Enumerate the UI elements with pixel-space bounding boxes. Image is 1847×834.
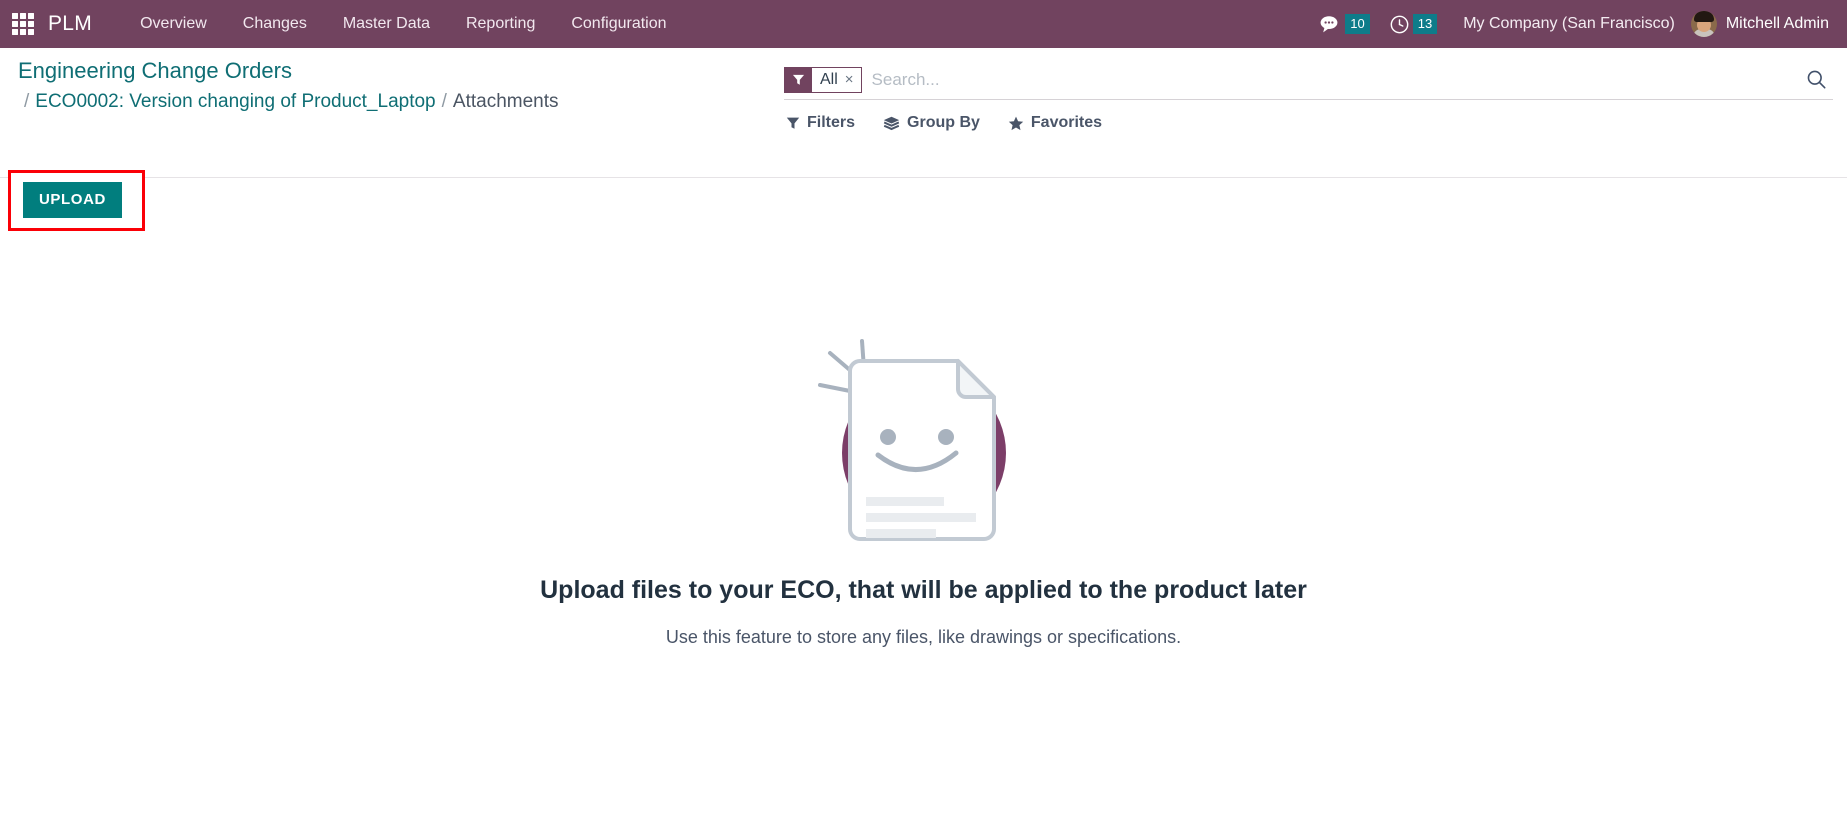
- search-facet-content: All ×: [812, 68, 861, 92]
- menu-item-configuration[interactable]: Configuration: [553, 0, 684, 48]
- menu-item-changes[interactable]: Changes: [225, 0, 325, 48]
- empty-state-title: Upload files to your ECO, that will be a…: [540, 576, 1307, 604]
- control-panel: Engineering Change Orders / ECO0002: Vers…: [0, 48, 1847, 231]
- company-switcher[interactable]: My Company (San Francisco): [1447, 15, 1691, 33]
- main-menu: Overview Changes Master Data Reporting C…: [122, 0, 684, 48]
- search-facet-remove-icon[interactable]: ×: [845, 71, 854, 88]
- search-dropdown-buttons: Filters Group By Favorites: [784, 114, 1847, 132]
- breadcrumb: Engineering Change Orders / ECO0002: Vers…: [18, 56, 778, 117]
- layers-icon: [883, 116, 900, 130]
- funnel-icon: [785, 67, 812, 92]
- menu-item-master-data[interactable]: Master Data: [325, 0, 448, 48]
- breadcrumb-separator-1: /: [24, 91, 30, 112]
- app-brand-plm[interactable]: PLM: [48, 12, 92, 36]
- breadcrumb-trail: / ECO0002: Version changing of Product_La…: [18, 87, 778, 117]
- filters-button[interactable]: Filters: [786, 114, 855, 132]
- group-by-button[interactable]: Group By: [883, 114, 980, 132]
- group-by-label: Group By: [907, 114, 980, 131]
- search-input[interactable]: [867, 60, 1796, 99]
- funnel-icon: [786, 117, 800, 129]
- search-facet-label: All: [820, 70, 838, 88]
- smiling-document-icon: [816, 333, 1031, 550]
- activities-menu[interactable]: 13: [1380, 0, 1447, 48]
- favorites-label: Favorites: [1030, 114, 1103, 131]
- empty-state-subtitle: Use this feature to store any files, lik…: [665, 627, 1182, 647]
- search-view: All ×: [784, 60, 1833, 100]
- messages-count-badge: 10: [1345, 14, 1370, 34]
- upload-button[interactable]: UPLOAD: [23, 182, 122, 218]
- search-panel: All × Filters: [784, 48, 1847, 132]
- avatar: [1690, 11, 1717, 37]
- user-menu[interactable]: Mitchell Admin: [1690, 11, 1833, 37]
- messages-menu[interactable]: 10: [1310, 0, 1379, 48]
- breadcrumb-separator-2: /: [441, 91, 447, 112]
- user-name-label: Mitchell Admin: [1725, 15, 1829, 32]
- apps-grid-icon[interactable]: [12, 13, 34, 35]
- breadcrumb-root-link[interactable]: Engineering Change Orders: [18, 56, 292, 86]
- star-icon: [1008, 116, 1024, 130]
- upload-button-highlight: UPLOAD: [8, 170, 145, 231]
- top-navbar: PLM Overview Changes Master Data Reporti…: [0, 0, 1847, 48]
- comments-icon: [1320, 16, 1338, 33]
- filters-label: Filters: [807, 114, 856, 131]
- clock-icon: [1390, 15, 1409, 33]
- navbar-systray: 10 13 My Company (San Francisco) Mitchel…: [1310, 0, 1847, 48]
- activities-count-badge: 13: [1412, 14, 1438, 34]
- search-facet-all[interactable]: All ×: [784, 66, 862, 93]
- attachments-empty-state: Upload files to your ECO, that will be a…: [0, 178, 1847, 833]
- magnifier-icon[interactable]: [1796, 60, 1833, 99]
- menu-item-reporting[interactable]: Reporting: [448, 0, 553, 48]
- favorites-button[interactable]: Favorites: [1008, 114, 1102, 132]
- breadcrumb-record-link[interactable]: ECO0002: Version changing of Product_Lap…: [35, 91, 435, 112]
- breadcrumb-current-page: Attachments: [452, 91, 559, 112]
- menu-item-overview[interactable]: Overview: [122, 0, 225, 48]
